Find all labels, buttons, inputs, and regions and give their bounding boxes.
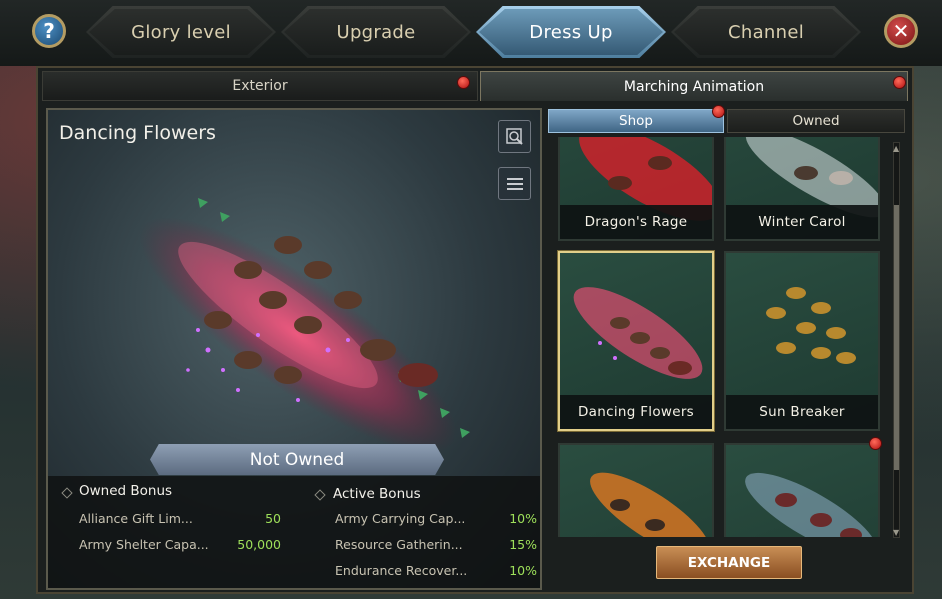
- zoom-preview-button[interactable]: [498, 120, 531, 153]
- owned-bonus-value: 50: [265, 511, 281, 526]
- subtab-marching-animation[interactable]: Marching Animation: [480, 71, 908, 101]
- card-label: Winter Carol: [726, 205, 878, 239]
- active-bonus-value: 10%: [509, 563, 537, 578]
- animation-card-list[interactable]: Dragon's Rage Winter Carol Dancing Flowe…: [548, 137, 904, 537]
- help-icon: ?: [43, 19, 55, 43]
- subtab-exterior[interactable]: Exterior: [42, 71, 478, 101]
- animation-card[interactable]: Sun Breaker: [724, 251, 880, 431]
- details-list-button[interactable]: [498, 167, 531, 200]
- exterior-notification-dot: [457, 76, 470, 89]
- animation-card[interactable]: Dragon's Rage: [558, 137, 714, 241]
- close-icon: ✕: [892, 19, 910, 43]
- card-notification-dot: [869, 437, 882, 450]
- card-art: [590, 472, 710, 537]
- subtab-bar: Exterior Marching Animation: [42, 71, 908, 101]
- ownership-status-banner: Not Owned: [150, 444, 444, 475]
- tab-upgrade[interactable]: Upgrade: [281, 6, 471, 58]
- active-bonus-name: Resource Gatherin...: [335, 537, 463, 552]
- active-bonus-value: 15%: [509, 537, 537, 552]
- card-art: [745, 472, 877, 537]
- list-icon: [506, 177, 523, 190]
- animation-card[interactable]: [558, 443, 714, 537]
- tab-channel[interactable]: Channel: [671, 6, 861, 58]
- active-bonus-name: Army Carrying Cap...: [335, 511, 466, 526]
- scroll-up-icon[interactable]: ▲: [893, 144, 899, 153]
- card-label: Sun Breaker: [726, 395, 878, 429]
- shop-notification-dot: [712, 105, 725, 118]
- scrollbar-thumb[interactable]: [894, 205, 899, 470]
- scroll-down-icon[interactable]: ▼: [893, 528, 899, 537]
- tab-shop[interactable]: Shop: [548, 109, 724, 133]
- owned-bonus-value: 50,000: [237, 537, 281, 552]
- animation-card[interactable]: Winter Carol: [724, 137, 880, 241]
- marching-notification-dot: [893, 76, 906, 89]
- exchange-button[interactable]: EXCHANGE: [656, 546, 802, 579]
- active-bonus-value: 10%: [509, 511, 537, 526]
- active-bonus-heading: Active Bonus: [333, 486, 421, 502]
- active-bonus-name: Endurance Recover...: [335, 563, 468, 578]
- animation-card-selected[interactable]: Dancing Flowers: [558, 251, 714, 431]
- card-label: Dragon's Rage: [560, 205, 712, 239]
- preview-title: Dancing Flowers: [59, 122, 216, 144]
- tab-owned[interactable]: Owned: [727, 109, 905, 133]
- owned-bonus-name: Army Shelter Capa...: [79, 537, 209, 552]
- zoom-preview-icon: [505, 127, 523, 145]
- tab-glory-level[interactable]: Glory level: [86, 6, 276, 58]
- animation-card[interactable]: [724, 443, 880, 537]
- owned-bonus-name: Alliance Gift Lim...: [79, 511, 193, 526]
- card-label: Dancing Flowers: [560, 395, 712, 429]
- owned-bonus-heading: Owned Bonus: [79, 483, 173, 499]
- close-button[interactable]: ✕: [884, 14, 918, 48]
- help-button[interactable]: ?: [32, 14, 66, 48]
- tab-dress-up[interactable]: Dress Up: [476, 6, 666, 58]
